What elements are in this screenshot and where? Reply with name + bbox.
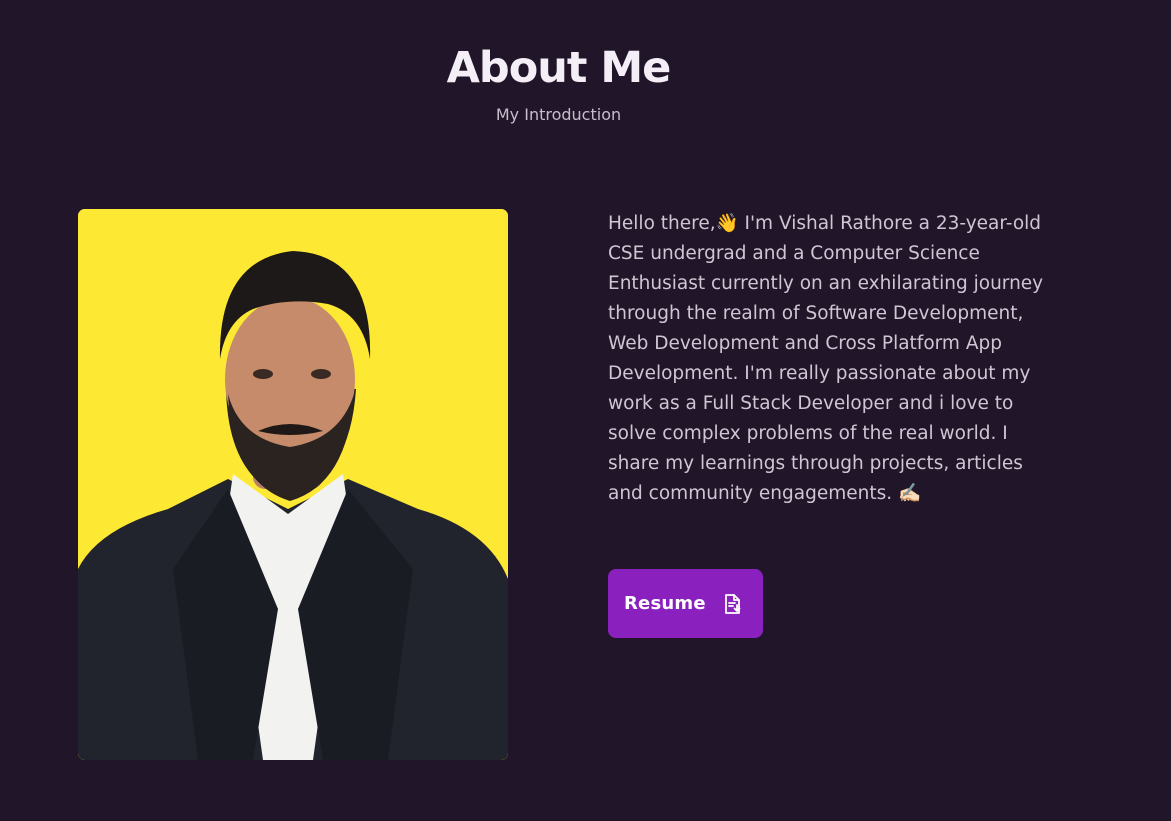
resume-button-label: Resume — [624, 593, 706, 614]
page-subtitle: My Introduction — [495, 105, 622, 124]
page-title: About Me — [446, 43, 672, 93]
file-download-icon — [723, 593, 743, 615]
resume-button[interactable]: Resume — [608, 569, 763, 638]
profile-photo — [78, 209, 508, 760]
bio-text: Hello there,👋 I'm Vishal Rathore a 23-ye… — [608, 213, 1044, 504]
section-header: About Me My Introduction — [0, 40, 1117, 132]
profile-photo-illustration — [78, 209, 508, 760]
